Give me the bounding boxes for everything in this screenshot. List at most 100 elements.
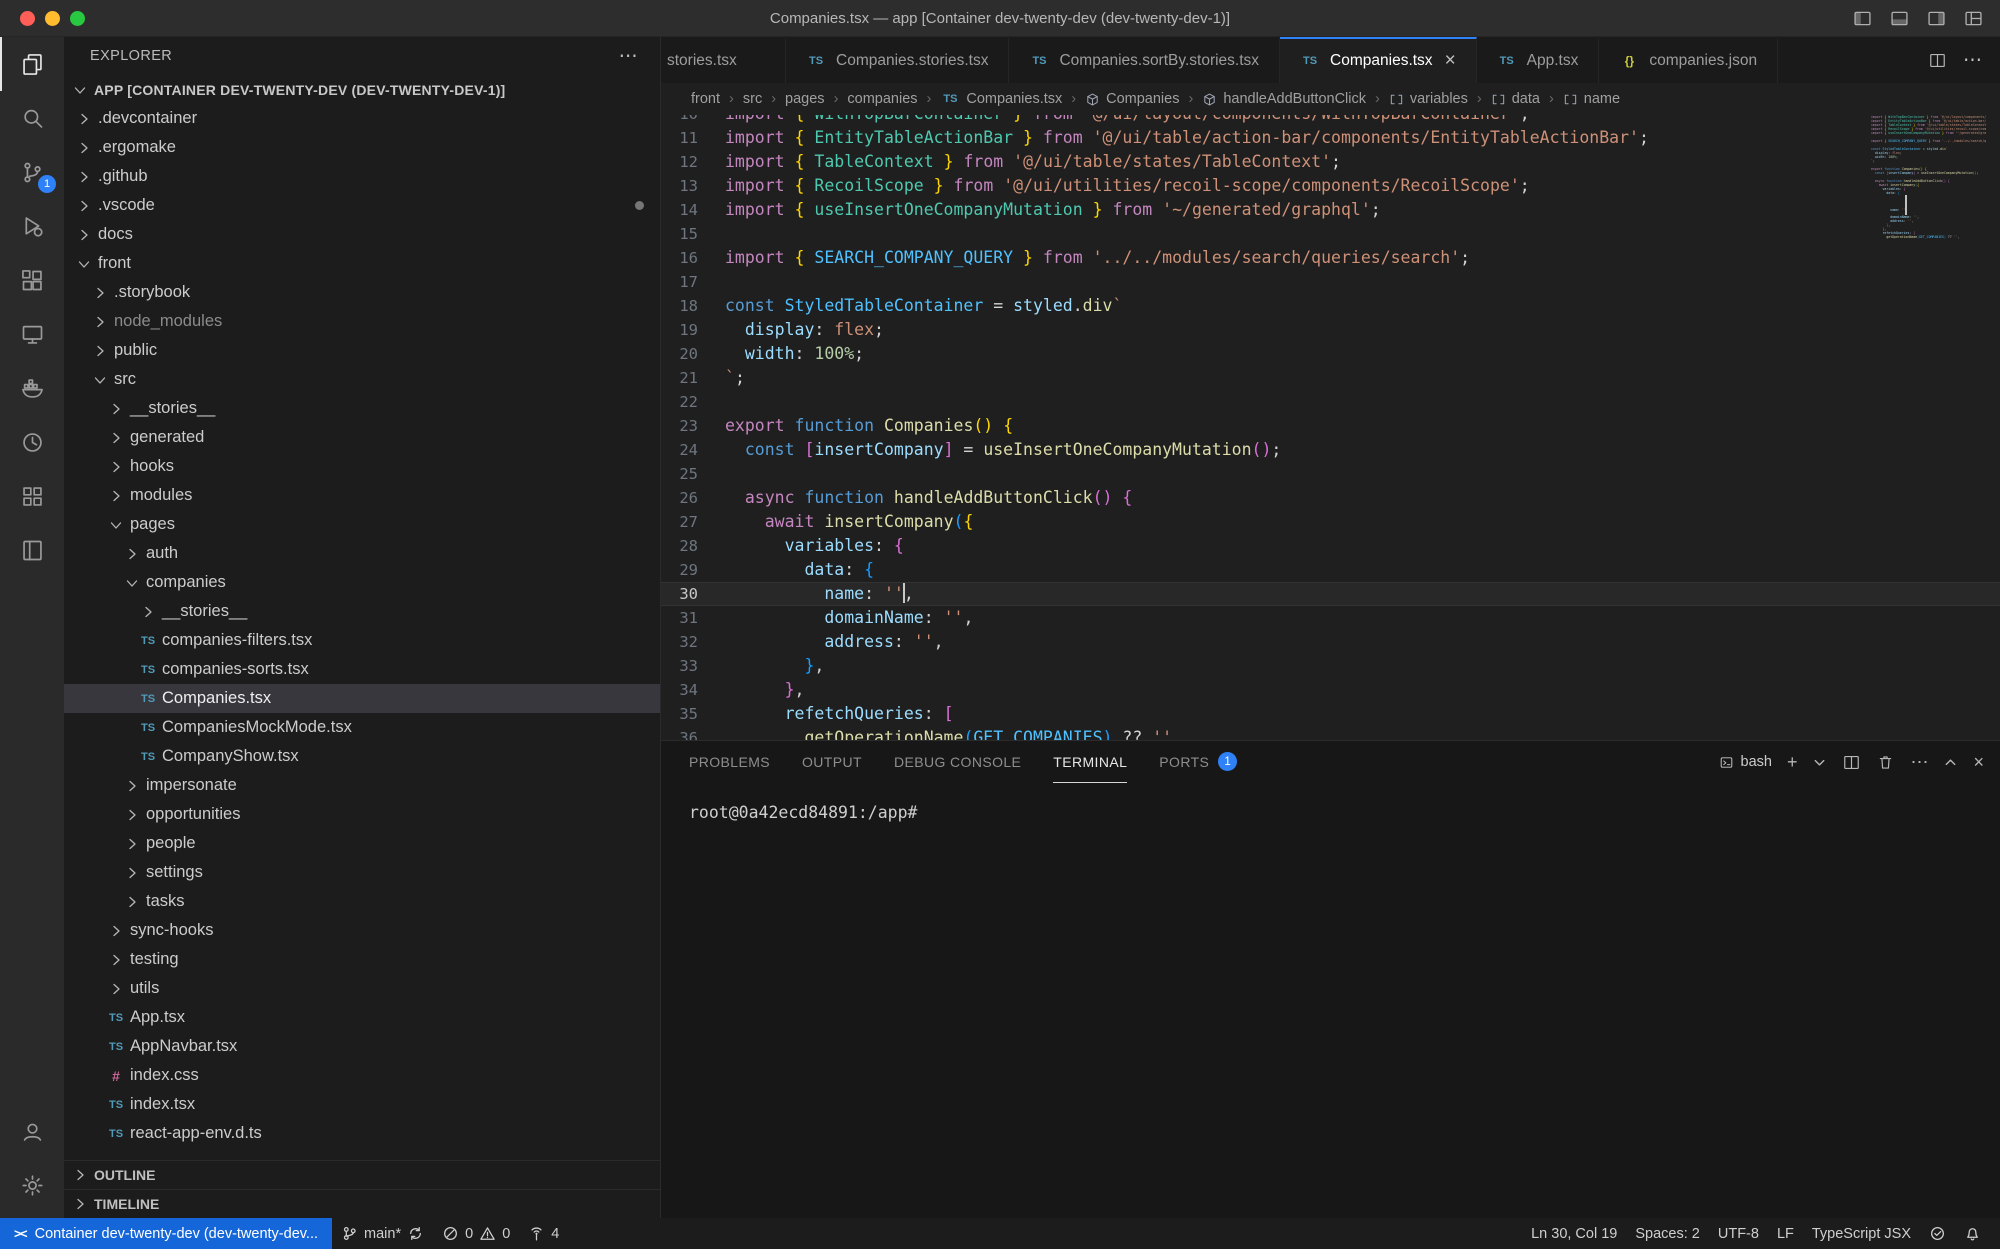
code-line[interactable]: 35 refetchQueries: [: [661, 702, 2000, 726]
tree-folder-.storybook[interactable]: .storybook: [64, 278, 660, 307]
panel-tab-terminal[interactable]: TERMINAL: [1053, 741, 1127, 783]
tree-folder-companies[interactable]: companies: [64, 568, 660, 597]
code-line[interactable]: 21`;: [661, 366, 2000, 390]
tree-file-react-app-env.d.ts[interactable]: TSreact-app-env.d.ts: [64, 1119, 660, 1148]
tree-folder-public[interactable]: public: [64, 336, 660, 365]
explorer-icon[interactable]: [0, 37, 64, 91]
breadcrumb-pages[interactable]: pages: [785, 91, 825, 107]
encoding-item[interactable]: UTF-8: [1709, 1218, 1768, 1249]
forwarded-ports-item[interactable]: 4: [519, 1218, 568, 1249]
search-icon[interactable]: [0, 91, 64, 145]
code-line[interactable]: 30 name: '',: [661, 582, 2000, 606]
tree-file-CompanyShow.tsx[interactable]: TSCompanyShow.tsx: [64, 742, 660, 771]
code-line[interactable]: 11import { EntityTableActionBar } from '…: [661, 126, 2000, 150]
tree-file-index.css[interactable]: #index.css: [64, 1061, 660, 1090]
split-editor-icon[interactable]: [1928, 51, 1947, 70]
breadcrumb-variables[interactable]: variables: [1389, 91, 1468, 107]
panel-tab-problems[interactable]: PROBLEMS: [689, 741, 770, 783]
tree-folder-__stories__[interactable]: __stories__: [64, 394, 660, 423]
tab-Companies.tsx[interactable]: TSCompanies.tsx×: [1280, 37, 1477, 83]
terminal-shell-selector[interactable]: bash: [1719, 754, 1772, 770]
code-line[interactable]: 14import { useInsertOneCompanyMutation }…: [661, 198, 2000, 222]
close-tab-icon[interactable]: ×: [1445, 50, 1456, 72]
tab-Companies.stories.tsx[interactable]: TSCompanies.stories.tsx: [786, 37, 1009, 83]
tree-folder-sync-hooks[interactable]: sync-hooks: [64, 916, 660, 945]
tree-file-companies-sorts.tsx[interactable]: TScompanies-sorts.tsx: [64, 655, 660, 684]
tree-file-Companies.tsx[interactable]: TSCompanies.tsx: [64, 684, 660, 713]
tree-folder-settings[interactable]: settings: [64, 858, 660, 887]
explorer-more-actions-icon[interactable]: ⋯: [619, 47, 638, 66]
tree-folder-__stories__[interactable]: __stories__: [64, 597, 660, 626]
new-terminal-icon[interactable]: +: [1787, 753, 1798, 771]
code-line[interactable]: 24 const [insertCompany] = useInsertOneC…: [661, 438, 2000, 462]
breadcrumb-front[interactable]: front: [691, 91, 720, 107]
notifications-item[interactable]: [1955, 1218, 1990, 1249]
source-control-icon[interactable]: 1: [0, 145, 64, 199]
code-line[interactable]: 20 width: 100%;: [661, 342, 2000, 366]
panel-more-actions-icon[interactable]: ⋯: [1910, 753, 1928, 771]
tree-file-AppNavbar.tsx[interactable]: TSAppNavbar.tsx: [64, 1032, 660, 1061]
code-line[interactable]: 17: [661, 270, 2000, 294]
breadcrumb-src[interactable]: src: [743, 91, 762, 107]
tree-folder-front[interactable]: front: [64, 249, 660, 278]
code-line[interactable]: 15: [661, 222, 2000, 246]
code-line[interactable]: 12import { TableContext } from '@/ui/tab…: [661, 150, 2000, 174]
breadcrumb-Companies[interactable]: Companies: [1085, 91, 1179, 107]
tab-Companies.sortBy.stories.tsx[interactable]: TSCompanies.sortBy.stories.tsx: [1009, 37, 1280, 83]
extension-grid-icon[interactable]: [0, 469, 64, 523]
project-section-header[interactable]: APP [CONTAINER DEV-TWENTY-DEV (DEV-TWENT…: [64, 75, 660, 104]
breadcrumb-companies[interactable]: companies: [847, 91, 917, 107]
tree-folder-.vscode[interactable]: .vscode: [64, 191, 660, 220]
git-branch-item[interactable]: main*: [332, 1218, 433, 1249]
code-line[interactable]: 16import { SEARCH_COMPANY_QUERY } from '…: [661, 246, 2000, 270]
gitlens-icon[interactable]: [0, 415, 64, 469]
minimize-window-button[interactable]: [45, 11, 60, 26]
eol-item[interactable]: LF: [1768, 1218, 1803, 1249]
breadcrumb-Companies.tsx[interactable]: TSCompanies.tsx: [940, 91, 1062, 107]
tab-stories.tsx[interactable]: stories.tsx: [661, 37, 786, 83]
toggle-panel-icon[interactable]: [1889, 8, 1910, 29]
tab-companies.json[interactable]: {}companies.json: [1599, 37, 1778, 83]
terminal-output[interactable]: root@0a42ecd84891:/app#: [661, 783, 2000, 1218]
code-editor[interactable]: 10import { WithTopBarContainer } from '@…: [661, 115, 2000, 740]
run-and-debug-icon[interactable]: [0, 199, 64, 253]
indentation-item[interactable]: Spaces: 2: [1626, 1218, 1709, 1249]
breadcrumb-data[interactable]: data: [1491, 91, 1540, 107]
customize-layout-icon[interactable]: [1963, 8, 1984, 29]
maximize-panel-icon[interactable]: [1943, 755, 1958, 770]
toggle-sidebar-icon[interactable]: [1852, 8, 1873, 29]
code-line[interactable]: 22: [661, 390, 2000, 414]
code-line[interactable]: 19 display: flex;: [661, 318, 2000, 342]
tree-folder-node_modules[interactable]: node_modules: [64, 307, 660, 336]
tree-folder-tasks[interactable]: tasks: [64, 887, 660, 916]
tree-folder-impersonate[interactable]: impersonate: [64, 771, 660, 800]
tree-folder-utils[interactable]: utils: [64, 974, 660, 1003]
panel-tab-output[interactable]: OUTPUT: [802, 741, 862, 783]
tree-file-App.tsx[interactable]: TSApp.tsx: [64, 1003, 660, 1032]
tree-folder-generated[interactable]: generated: [64, 423, 660, 452]
tab-App.tsx[interactable]: TSApp.tsx: [1477, 37, 1600, 83]
remote-explorer-icon[interactable]: [0, 307, 64, 361]
tree-folder-opportunities[interactable]: opportunities: [64, 800, 660, 829]
terminal-dropdown-icon[interactable]: [1812, 755, 1827, 770]
timeline-section[interactable]: TIMELINE: [64, 1189, 660, 1218]
accounts-icon[interactable]: [0, 1104, 64, 1158]
notebook-icon[interactable]: [0, 523, 64, 577]
remote-indicator[interactable]: >< Container dev-twenty-dev (dev-twenty-…: [0, 1218, 332, 1249]
code-line[interactable]: 31 domainName: '',: [661, 606, 2000, 630]
split-terminal-icon[interactable]: [1842, 753, 1861, 772]
tree-folder-pages[interactable]: pages: [64, 510, 660, 539]
tree-file-companies-filters.tsx[interactable]: TScompanies-filters.tsx: [64, 626, 660, 655]
tree-folder-auth[interactable]: auth: [64, 539, 660, 568]
cursor-position-item[interactable]: Ln 30, Col 19: [1522, 1218, 1626, 1249]
formatter-status-item[interactable]: [1920, 1218, 1955, 1249]
tree-folder-.devcontainer[interactable]: .devcontainer: [64, 104, 660, 133]
toggle-secondary-sidebar-icon[interactable]: [1926, 8, 1947, 29]
code-line[interactable]: 32 address: '',: [661, 630, 2000, 654]
code-line[interactable]: 18const StyledTableContainer = styled.di…: [661, 294, 2000, 318]
tree-folder-.github[interactable]: .github: [64, 162, 660, 191]
editor-more-actions-icon[interactable]: ⋯: [1963, 51, 1982, 70]
tree-file-CompaniesMockMode.tsx[interactable]: TSCompaniesMockMode.tsx: [64, 713, 660, 742]
close-window-button[interactable]: [20, 11, 35, 26]
tree-folder-src[interactable]: src: [64, 365, 660, 394]
